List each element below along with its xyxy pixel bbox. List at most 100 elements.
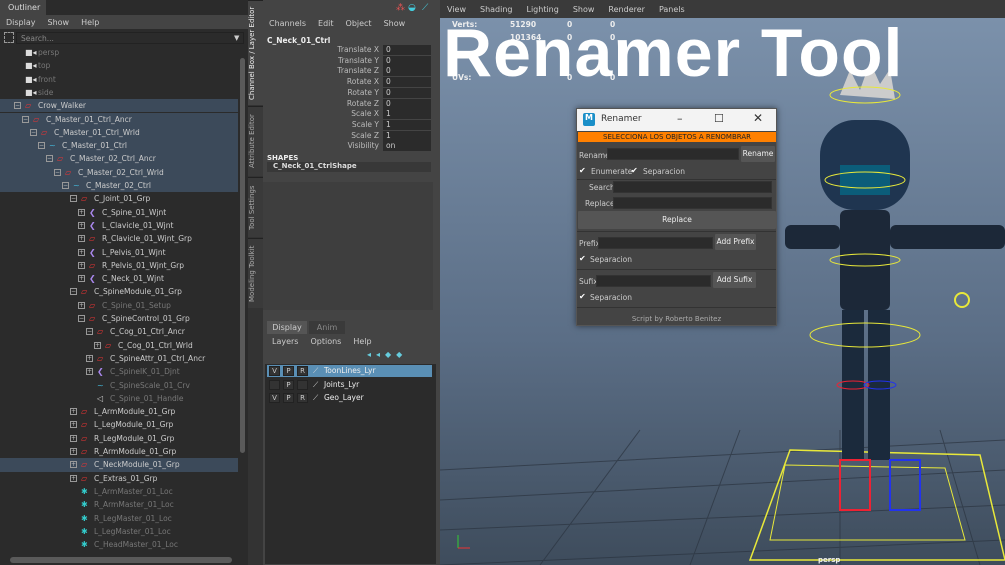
outliner-item[interactable]: − ▱ Crow_Walker xyxy=(0,99,238,113)
outliner-item[interactable]: + ❮ C_SpineIK_01_Djnt xyxy=(0,365,238,378)
separacion-checkbox[interactable]: ✔ xyxy=(631,166,638,175)
outliner-item[interactable]: − ▱ C_Master_01_Ctrl_Wrld xyxy=(0,125,238,140)
reference-toggle[interactable]: R xyxy=(297,393,308,403)
layer-action-icons[interactable]: ◂◂◆◆ xyxy=(367,350,407,359)
close-icon[interactable]: ✕ xyxy=(753,111,763,125)
collapse-icon[interactable]: − xyxy=(70,288,77,296)
tab-display[interactable]: Display xyxy=(267,321,307,334)
channel-attribute[interactable]: Visibility on xyxy=(263,141,433,152)
tool-settings-icon[interactable]: ⟋ xyxy=(422,3,428,13)
collapse-icon[interactable]: − xyxy=(86,328,93,336)
outliner-scroll-thumb[interactable] xyxy=(240,58,245,453)
outliner-item[interactable]: + ▱ L_ArmModule_01_Grp xyxy=(0,405,238,418)
select-filter-icon[interactable] xyxy=(4,32,14,43)
outliner-item[interactable]: + ▱ R_ArmModule_01_Grp xyxy=(0,445,238,458)
outliner-item[interactable]: ~ C_SpineScale_01_Crv xyxy=(0,379,238,392)
menu-help[interactable]: Help xyxy=(353,337,371,346)
menu-display[interactable]: Display xyxy=(6,18,36,27)
tab-channel-box[interactable]: Channel Box / Layer Editor xyxy=(248,0,263,105)
reference-toggle[interactable]: R xyxy=(297,366,308,376)
outliner-item[interactable]: ■◂ side xyxy=(0,86,238,99)
replace-button[interactable]: Replace xyxy=(578,211,776,229)
playback-toggle[interactable]: P xyxy=(283,379,294,390)
outliner-tab[interactable]: Outliner xyxy=(0,0,46,15)
collapse-icon[interactable]: − xyxy=(54,168,61,176)
layer-color-icon[interactable]: ⟋ xyxy=(313,379,318,391)
sufix-input[interactable] xyxy=(596,275,711,287)
collapse-icon[interactable]: − xyxy=(38,142,45,150)
expand-icon[interactable]: + xyxy=(78,248,85,256)
outliner-item[interactable]: + ❮ C_Neck_01_Wjnt xyxy=(0,272,238,285)
tab-anim[interactable]: Anim xyxy=(309,321,345,334)
outliner-item[interactable]: + ▱ C_NeckModule_01_Grp xyxy=(0,458,238,472)
layer-color-icon[interactable]: ⟋ xyxy=(313,365,318,377)
channel-attribute[interactable]: Rotate Y 0 xyxy=(263,87,433,98)
attribute-value[interactable]: 0 xyxy=(383,98,431,109)
collapse-icon[interactable]: − xyxy=(62,182,69,189)
outliner-item[interactable]: + ❮ C_Spine_01_Wjnt xyxy=(0,206,238,219)
outliner-item[interactable]: + ▱ C_Cog_01_Ctrl_Wrld xyxy=(0,339,238,352)
collapse-icon[interactable]: − xyxy=(70,195,77,203)
outliner-item[interactable]: − ▱ C_Joint_01_Grp xyxy=(0,192,238,205)
prefix-separacion-checkbox[interactable]: ✔ xyxy=(579,254,586,263)
channel-box-icon[interactable]: ⁂ xyxy=(396,3,405,13)
collapse-icon[interactable]: − xyxy=(30,128,37,136)
outliner-item[interactable]: ✱ L_LegMaster_01_Loc xyxy=(0,525,238,538)
expand-icon[interactable]: + xyxy=(70,461,77,469)
rename-button[interactable]: Rename xyxy=(741,146,775,162)
outliner-item[interactable]: ✱ R_LegMaster_01_Loc xyxy=(0,512,238,525)
outliner-item[interactable]: + ❮ L_Pelvis_01_Wjnt xyxy=(0,246,238,259)
visibility-toggle[interactable]: V xyxy=(269,393,280,403)
layer-row[interactable]: V P R ⟋ Geo_Layer xyxy=(267,392,432,404)
search-input[interactable] xyxy=(613,181,772,193)
rename-input[interactable] xyxy=(607,148,739,160)
attribute-value[interactable]: 1 xyxy=(383,130,431,141)
outliner-item[interactable]: ◁ C_Spine_01_Handle xyxy=(0,392,238,405)
outliner-hscroll-thumb[interactable] xyxy=(10,557,232,563)
sufix-separacion-checkbox[interactable]: ✔ xyxy=(579,292,586,301)
outliner-item[interactable]: − ~ C_Master_02_Ctrl xyxy=(0,179,238,193)
layer-row[interactable]: V P R ⟋ ToonLines_Lyr xyxy=(267,365,432,377)
expand-icon[interactable]: + xyxy=(70,434,77,442)
outliner-item[interactable]: + ▱ C_Spine_01_Setup xyxy=(0,299,238,312)
channel-attribute[interactable]: Rotate X 0 xyxy=(263,77,433,88)
outliner-item[interactable]: ■◂ persp xyxy=(0,46,238,59)
outliner-item[interactable]: − ▱ C_Master_02_Ctrl_Wrld xyxy=(0,165,238,179)
collapse-icon[interactable]: − xyxy=(78,315,85,322)
menu-edit[interactable]: Edit xyxy=(318,19,334,28)
channel-attribute[interactable]: Scale Y 1 xyxy=(263,119,433,130)
expand-icon[interactable]: + xyxy=(78,261,85,269)
outliner-item[interactable]: − ~ C_Master_01_Ctrl xyxy=(0,139,238,153)
outliner-item[interactable]: − ▱ C_SpineControl_01_Grp xyxy=(0,312,238,325)
maximize-icon[interactable]: ☐ xyxy=(714,112,724,125)
add-sufix-button[interactable]: Add Sufix xyxy=(713,272,756,288)
outliner-item[interactable]: + ▱ R_Clavicle_01_Wjnt_Grp xyxy=(0,232,238,245)
outliner-item[interactable]: − ▱ C_Master_02_Ctrl_Ancr xyxy=(0,152,238,166)
expand-icon[interactable]: + xyxy=(86,368,93,376)
channel-attribute[interactable]: Scale Z 1 xyxy=(263,130,433,141)
playback-toggle[interactable]: P xyxy=(283,366,294,376)
outliner-item[interactable]: − ▱ C_Cog_01_Ctrl_Ancr xyxy=(0,325,238,338)
outliner-item[interactable]: ✱ L_ArmMaster_01_Loc xyxy=(0,485,238,498)
outliner-item[interactable]: + ▱ R_Pelvis_01_Wjnt_Grp xyxy=(0,259,238,272)
tab-tool-settings[interactable]: Tool Settings xyxy=(248,177,263,237)
replace-input[interactable] xyxy=(613,197,772,209)
outliner-item[interactable]: + ▱ C_Extras_01_Grp xyxy=(0,472,238,485)
menu-help[interactable]: Help xyxy=(81,18,99,27)
outliner-item[interactable]: + ▱ C_SpineAttr_01_Ctrl_Ancr xyxy=(0,352,238,365)
expand-icon[interactable]: + xyxy=(70,421,77,429)
expand-icon[interactable]: + xyxy=(86,354,93,362)
attribute-editor-icon[interactable]: ◒ xyxy=(408,3,416,13)
outliner-item[interactable]: + ❮ L_Clavicle_01_Wjnt xyxy=(0,219,238,232)
expand-icon[interactable]: + xyxy=(78,301,85,309)
attribute-value[interactable]: 0 xyxy=(383,45,431,55)
outliner-search-input[interactable]: Search... xyxy=(16,32,244,44)
outliner-item[interactable]: ■◂ top xyxy=(0,59,238,72)
outliner-item[interactable]: − ▱ C_Master_01_Ctrl_Ancr xyxy=(0,112,238,126)
outliner-item[interactable]: + ▱ R_LegModule_01_Grp xyxy=(0,432,238,445)
attribute-value[interactable]: 1 xyxy=(383,109,431,120)
attribute-value[interactable]: 1 xyxy=(383,119,431,130)
reference-toggle[interactable] xyxy=(297,379,308,390)
playback-toggle[interactable]: P xyxy=(283,393,294,403)
prefix-input[interactable] xyxy=(598,237,713,249)
